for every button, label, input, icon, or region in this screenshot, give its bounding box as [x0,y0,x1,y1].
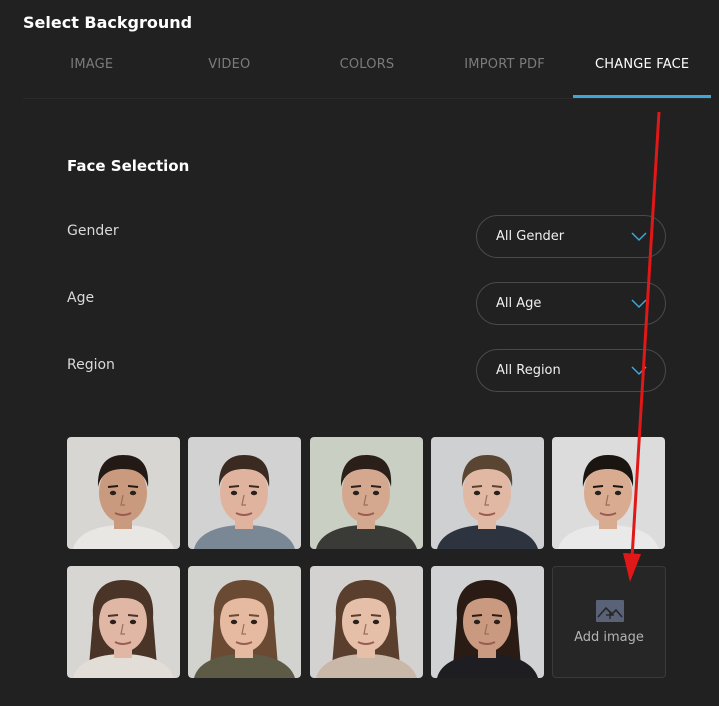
gender-select[interactable]: All Gender [476,215,666,258]
page-title: Select Background [23,13,193,32]
tab-video[interactable]: VIDEO [161,44,299,98]
gender-select-value: All Gender [496,229,565,244]
face-7[interactable] [188,566,302,678]
image-add-icon [596,600,624,622]
region-select-value: All Region [496,363,561,378]
age-select-value: All Age [496,296,542,311]
face-1[interactable] [67,437,180,549]
tab-import-pdf[interactable]: IMPORT PDF [436,44,574,98]
face-5[interactable] [552,437,666,549]
age-select[interactable]: All Age [476,282,666,325]
region-select[interactable]: All Region [476,349,666,392]
face-9[interactable] [430,566,544,678]
face-2[interactable] [188,437,302,549]
face-3[interactable] [309,437,423,549]
gender-label: Gender [67,223,119,239]
region-label: Region [67,357,115,373]
face-6[interactable] [67,566,180,678]
tab-change-face[interactable]: CHANGE FACE [573,44,711,98]
add-image-label: Add image [574,630,644,645]
tab-image[interactable]: IMAGE [23,44,161,98]
chevron-down-icon [631,366,647,376]
face-8[interactable] [309,566,423,678]
face-4[interactable] [430,437,544,549]
tab-colors[interactable]: COLORS [298,44,436,98]
chevron-down-icon [631,232,647,242]
age-label: Age [67,290,95,306]
face-selection-title: Face Selection [67,157,190,175]
add-image-button[interactable]: Add image [552,566,666,678]
chevron-down-icon [631,299,647,309]
background-tabs: IMAGE VIDEO COLORS IMPORT PDF CHANGE FAC… [23,44,711,99]
